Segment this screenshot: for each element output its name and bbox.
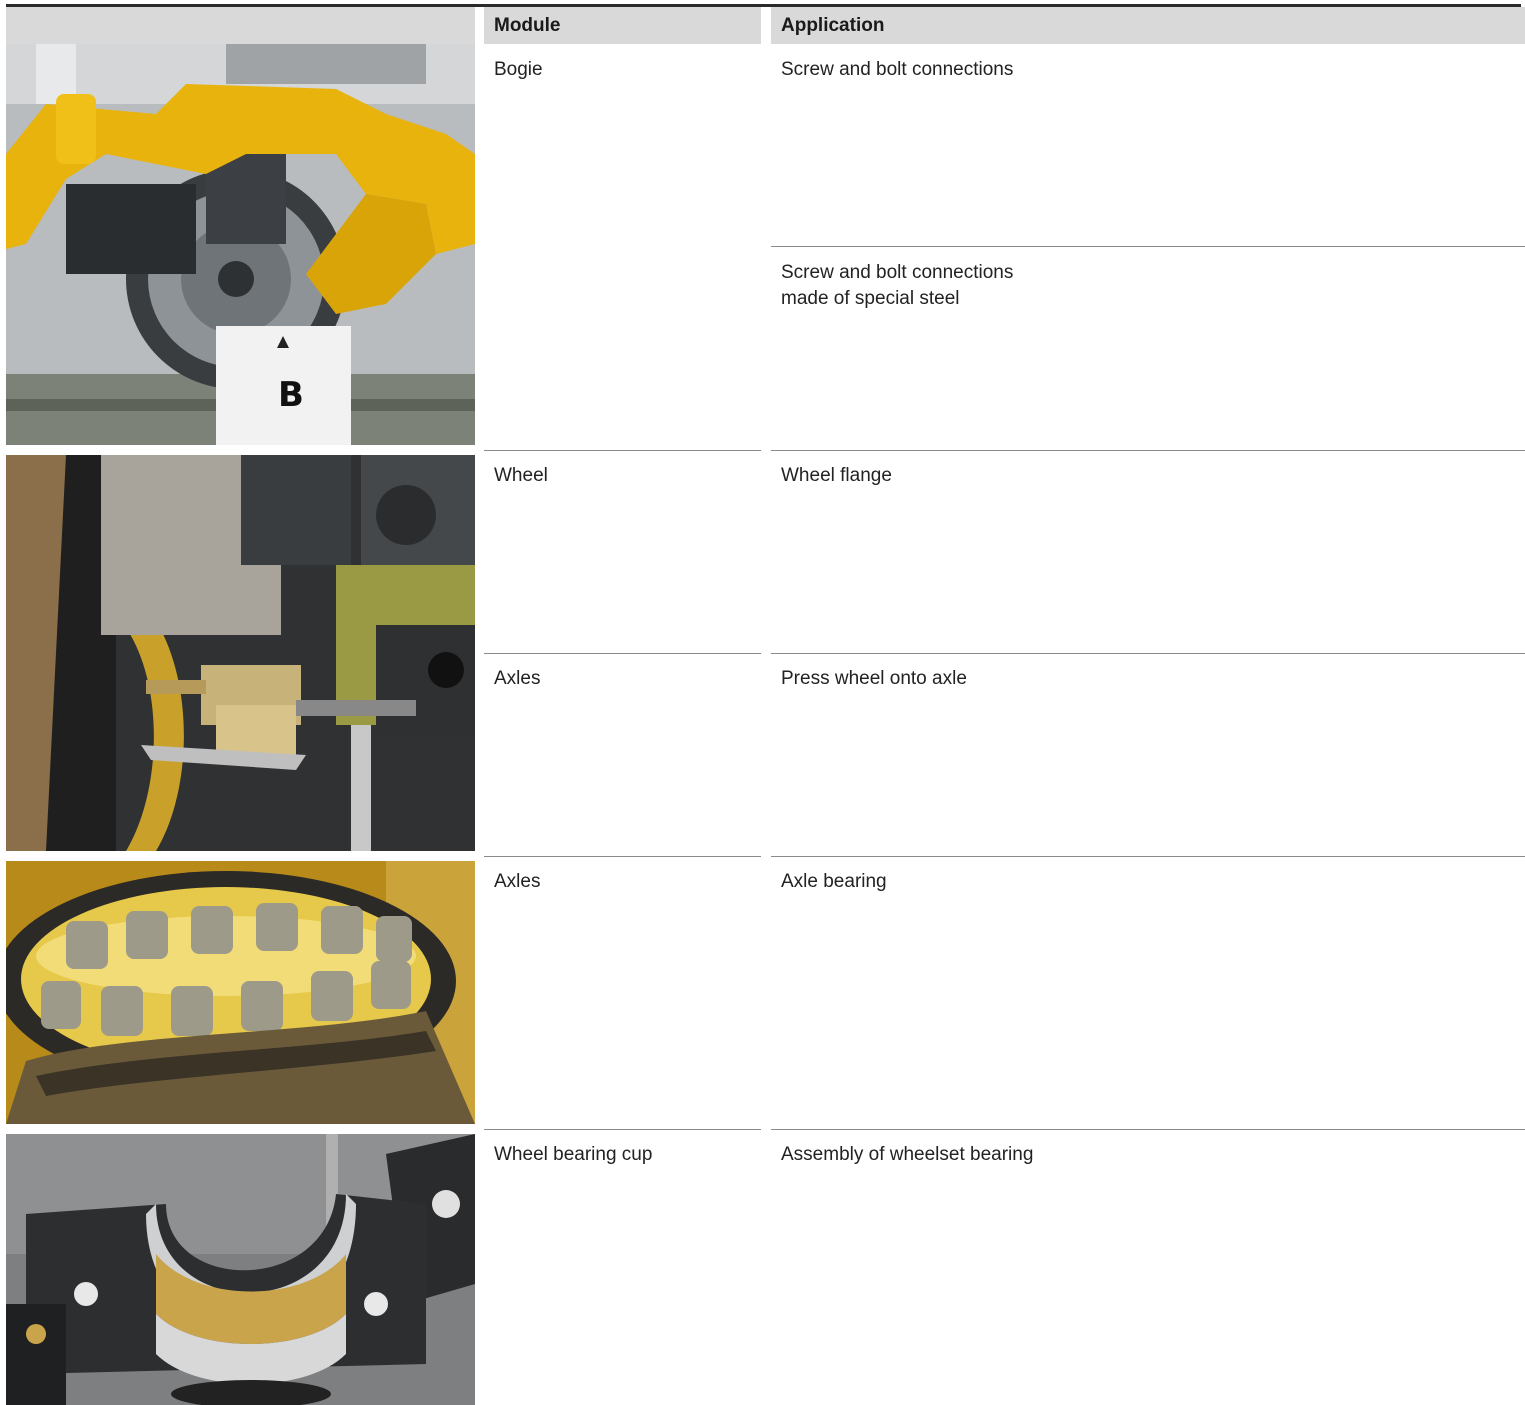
application-cell-axle-bearing: Axle bearing	[781, 871, 887, 892]
module-cell-axles-bearing: Axles	[494, 871, 541, 892]
wheel-bearing-cup-photo	[6, 1134, 475, 1405]
row-divider	[771, 856, 1525, 857]
application-line-2: made of special steel	[781, 288, 960, 309]
row-divider	[771, 450, 1525, 451]
module-cell-bogie: Bogie	[494, 59, 543, 80]
module-cell-wheel: Wheel	[494, 465, 548, 486]
row-divider	[484, 1129, 761, 1130]
bogie-sign-letter: B	[278, 375, 304, 415]
header-application: Application	[771, 7, 1525, 44]
bogie-photo: B	[6, 44, 475, 445]
axle-bearing-photo	[6, 861, 475, 1124]
row-divider	[771, 246, 1525, 247]
header-image-column	[6, 7, 475, 44]
application-line-1: Screw and bolt connections	[781, 262, 1014, 283]
module-cell-axles: Axles	[494, 668, 541, 689]
application-cell-wheel-flange: Wheel flange	[781, 465, 892, 486]
header-application-label: Application	[781, 15, 885, 36]
row-divider	[771, 1129, 1525, 1130]
header-module-label: Module	[494, 15, 561, 36]
header-module: Module	[484, 7, 761, 44]
row-divider	[484, 856, 761, 857]
application-cell-assembly: Assembly of wheelset bearing	[781, 1144, 1034, 1165]
row-divider	[484, 450, 761, 451]
row-divider	[484, 653, 761, 654]
application-cell-special-steel: Screw and bolt connections made of speci…	[781, 260, 1013, 312]
row-divider	[771, 653, 1525, 654]
application-cell-screw-bolt: Screw and bolt connections	[781, 59, 1014, 80]
module-cell-wheel-bearing-cup: Wheel bearing cup	[494, 1144, 653, 1165]
application-cell-press-wheel: Press wheel onto axle	[781, 668, 967, 689]
wheel-axle-photo	[6, 455, 475, 851]
